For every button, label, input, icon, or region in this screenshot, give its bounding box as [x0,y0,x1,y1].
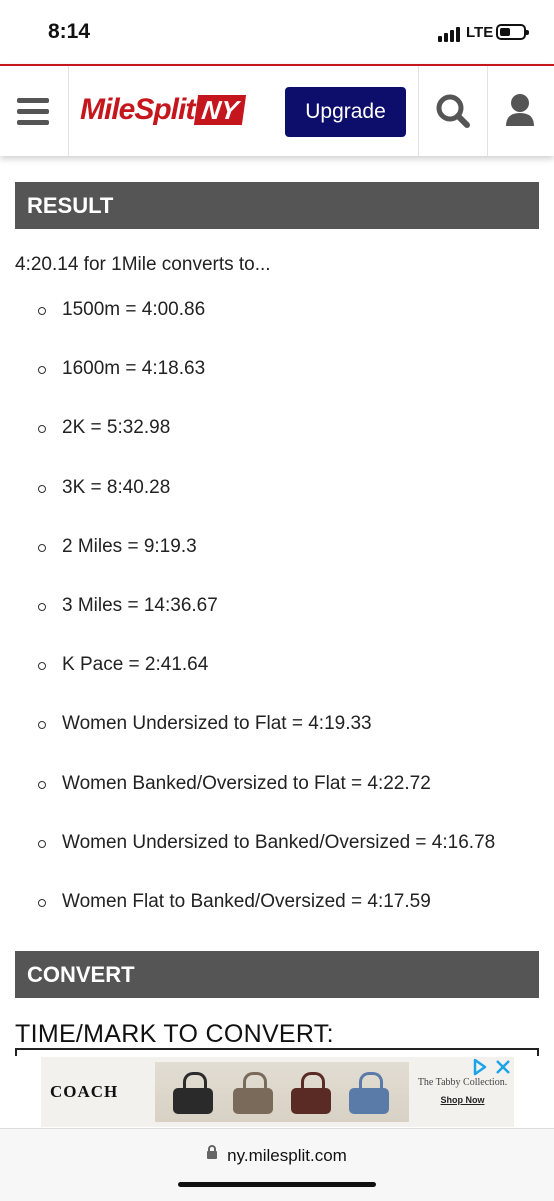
status-time: 8:14 [48,20,91,43]
list-item: Women Undersized to Banked/Oversized = 4… [0,814,554,873]
list-item: 3K = 8:40.28 [0,459,554,518]
bullet-icon [38,602,46,611]
url-display[interactable]: ny.milesplit.com [0,1144,554,1166]
ad-banner[interactable]: COACH The Tabby Collection. Shop Now [41,1057,514,1127]
ad-brand: COACH [50,1082,119,1101]
result-list: 1500m = 4:00.86 1600m = 4:18.63 2K = 5:3… [0,281,554,932]
list-item: Women Undersized to Flat = 4:19.33 [0,695,554,754]
bullet-icon [38,425,46,434]
bullet-icon [38,662,46,671]
result-text: K Pace = 2:41.64 [62,654,209,676]
convert-header: CONVERT [15,951,539,998]
handbag-icon [349,1072,389,1114]
handbag-icon [291,1072,331,1114]
bullet-icon [38,839,46,848]
bullet-icon [38,543,46,552]
user-icon [506,94,534,126]
result-text: 3K = 8:40.28 [62,476,171,498]
ad-tagline: The Tabby Collection. [417,1077,508,1088]
bullet-icon [38,307,46,315]
list-item: Women Flat to Banked/Oversized = 4:17.59 [0,873,554,932]
ad-choices[interactable] [469,1057,514,1077]
result-text: 1500m = 4:00.86 [62,299,206,320]
close-icon[interactable] [492,1057,514,1077]
list-item: 2K = 5:32.98 [0,399,554,458]
result-text: 1600m = 4:18.63 [62,358,206,380]
browser-url-bar[interactable]: ny.milesplit.com [0,1128,554,1201]
result-text: 2 Miles = 9:19.3 [62,535,197,557]
time-mark-input[interactable] [15,1048,539,1056]
result-intro: 4:20.14 for 1Mile converts to... [15,254,271,275]
result-header: RESULT [15,182,539,229]
logo-region-badge: NY [194,95,247,125]
home-indicator[interactable] [178,1182,376,1187]
result-text: Women Flat to Banked/Oversized = 4:17.59 [62,890,431,912]
handbag-icon [233,1072,273,1114]
ad-shop-now-link[interactable]: Shop Now [415,1095,510,1105]
handbag-icon [173,1072,213,1114]
site-header: MileSplit NY Upgrade [0,64,554,156]
logo-text: MileSplit [80,93,195,126]
network-type: LTE [466,24,494,41]
time-mark-label: TIME/MARK TO CONVERT: [15,1020,334,1048]
ad-product-image [155,1062,409,1122]
milesplit-logo[interactable]: MileSplit NY [80,92,247,128]
cellular-signal-icon [438,26,462,42]
bullet-icon [38,898,46,907]
result-text: 3 Miles = 14:36.67 [62,594,218,616]
search-icon [436,94,470,128]
battery-icon [496,24,529,40]
list-item: K Pace = 2:41.64 [0,636,554,695]
result-text: Women Undersized to Banked/Oversized = 4… [62,831,496,853]
url-text: ny.milesplit.com [227,1146,347,1165]
result-text: Women Banked/Oversized to Flat = 4:22.72 [62,772,431,794]
bullet-icon [38,780,46,789]
account-button[interactable] [486,66,554,156]
list-item: Women Banked/Oversized to Flat = 4:22.72 [0,755,554,814]
bullet-icon [38,721,46,730]
search-button[interactable] [418,66,488,156]
lock-icon [207,1144,218,1159]
status-bar: 8:14 LTE [0,0,554,64]
adchoices-icon[interactable] [469,1057,491,1077]
list-item: 2 Miles = 9:19.3 [0,518,554,577]
list-item: 1500m = 4:00.86 [0,281,554,340]
menu-button[interactable] [0,66,69,156]
list-item: 1600m = 4:18.63 [0,340,554,399]
result-text: 2K = 5:32.98 [62,417,171,439]
bullet-icon [38,484,46,493]
result-text: Women Undersized to Flat = 4:19.33 [62,713,372,735]
bullet-icon [38,366,46,375]
upgrade-button[interactable]: Upgrade [285,87,406,137]
list-item: 3 Miles = 14:36.67 [0,577,554,636]
